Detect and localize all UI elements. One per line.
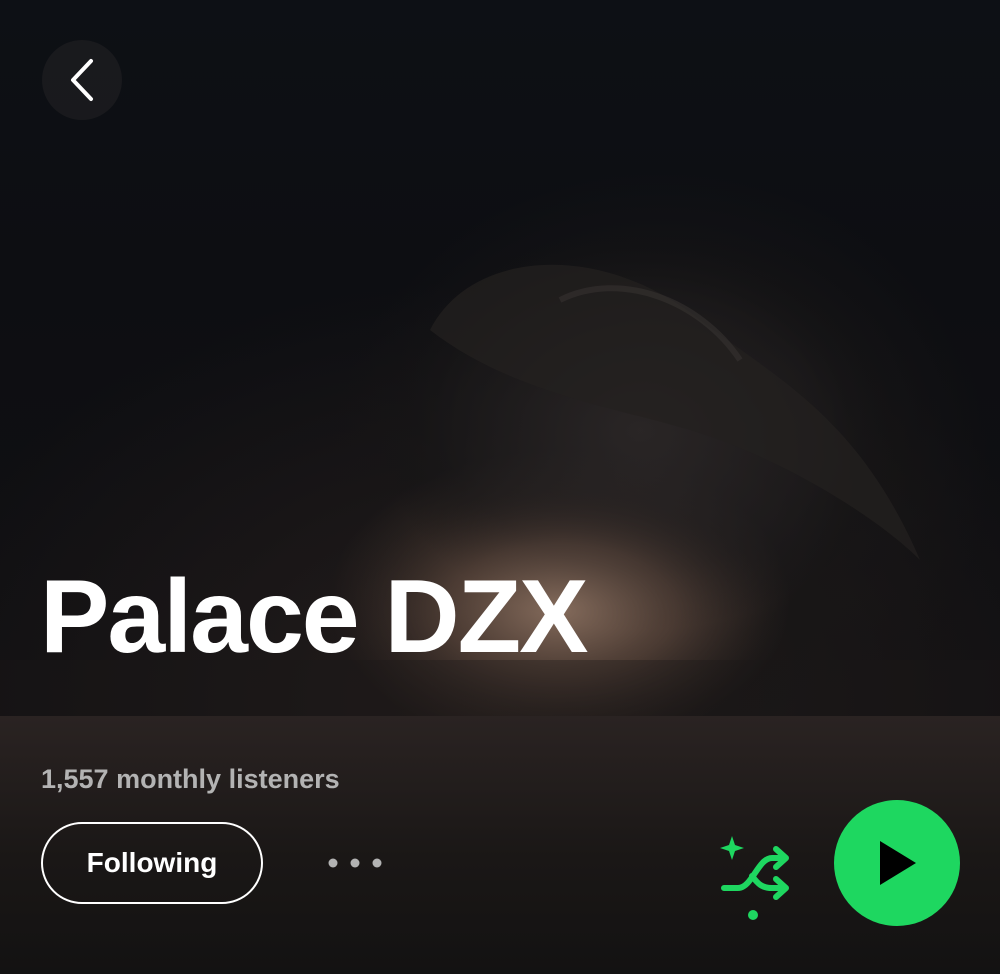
follow-button[interactable]: Following <box>41 822 263 904</box>
back-button[interactable] <box>42 40 122 120</box>
monthly-listeners: 1,557 monthly listeners <box>41 764 340 794</box>
play-icon <box>880 841 916 885</box>
more-horizontal-icon <box>328 858 382 868</box>
artist-action-panel: 1,557 monthly listeners Following <box>0 716 1000 974</box>
chevron-left-icon <box>71 59 93 101</box>
artist-hero-image: Palace DZX <box>0 0 1000 716</box>
artist-name: Palace DZX <box>40 559 589 675</box>
smart-shuffle-button[interactable] <box>712 828 796 924</box>
artist-page: Palace DZX 1,557 monthly listeners Follo… <box>0 0 1000 974</box>
smart-shuffle-icon <box>720 836 789 920</box>
play-button[interactable] <box>834 800 960 926</box>
more-options-button[interactable] <box>322 842 388 884</box>
